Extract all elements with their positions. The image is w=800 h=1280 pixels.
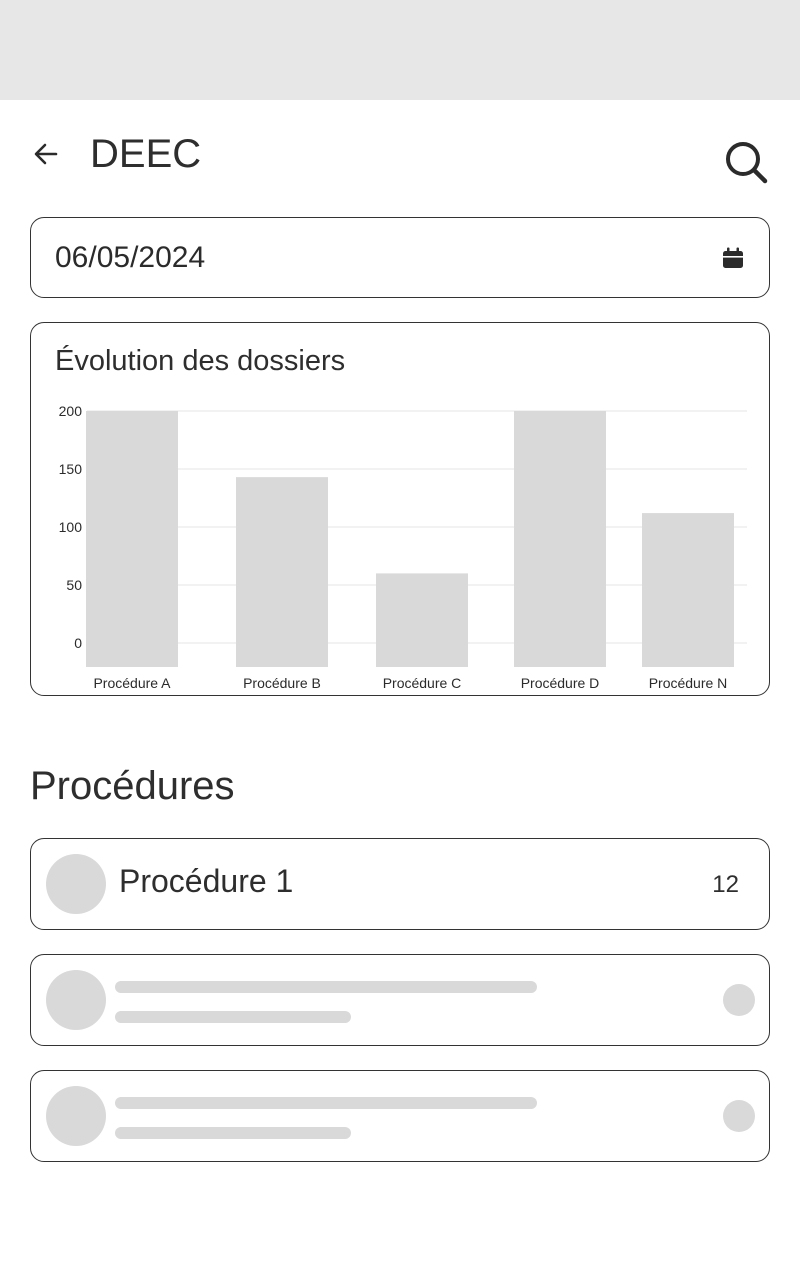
- back-button[interactable]: [28, 136, 64, 172]
- date-field[interactable]: 06/05/2024: [30, 217, 770, 298]
- skeleton-line: [115, 1127, 351, 1139]
- calendar-button[interactable]: [721, 246, 745, 270]
- y-tick-label: 200: [59, 403, 83, 419]
- avatar: [46, 854, 106, 914]
- app-header: DEEC: [0, 100, 800, 210]
- chart-card: Évolution des dossiers 0 50 100 150 200 Procé…: [30, 322, 770, 696]
- skeleton-line: [115, 1011, 351, 1023]
- bar-proc-dure-d: [514, 411, 606, 667]
- page-title: DEEC: [90, 132, 202, 176]
- arrow-left-icon: [34, 143, 58, 165]
- search-icon: [726, 142, 768, 184]
- x-tick-label: Procédure A: [93, 675, 171, 691]
- status-bar: [0, 0, 800, 100]
- procedures-section-title: Procédures: [30, 764, 235, 808]
- avatar-placeholder: [46, 1086, 106, 1146]
- skeleton-line: [115, 1097, 537, 1109]
- y-tick-label: 100: [59, 519, 83, 535]
- y-tick-label: 0: [74, 635, 82, 651]
- skeleton-line: [115, 981, 537, 993]
- x-tick-label: Procédure D: [521, 675, 600, 691]
- bar-proc-dure-b: [236, 477, 328, 667]
- skeleton-badge: [723, 984, 755, 1016]
- date-value: 06/05/2024: [55, 240, 206, 274]
- procedure-count: 12: [712, 871, 739, 898]
- y-tick-label: 150: [59, 461, 83, 477]
- skeleton-badge: [723, 1100, 755, 1132]
- bar-proc-dure-a: [86, 411, 178, 667]
- skeleton-list-item: [30, 954, 770, 1046]
- avatar-placeholder: [46, 970, 106, 1030]
- procedure-list-item[interactable]: Procédure 1 12: [30, 838, 770, 930]
- calendar-icon: [723, 247, 743, 268]
- skeleton-list-item: [30, 1070, 770, 1162]
- x-tick-label: Procédure B: [243, 675, 321, 691]
- procedure-label: Procédure 1: [119, 863, 294, 899]
- x-tick-label: Procédure C: [383, 675, 462, 691]
- y-tick-label: 50: [66, 577, 82, 593]
- bar-proc-dure-n: [642, 513, 734, 667]
- bar-proc-dure-c: [376, 573, 468, 667]
- search-button[interactable]: [720, 136, 772, 188]
- bar-chart: 0 50 100 150 200 Procédure A Procédure B Procéd…: [59, 403, 747, 691]
- x-tick-label: Procédure N: [649, 675, 728, 691]
